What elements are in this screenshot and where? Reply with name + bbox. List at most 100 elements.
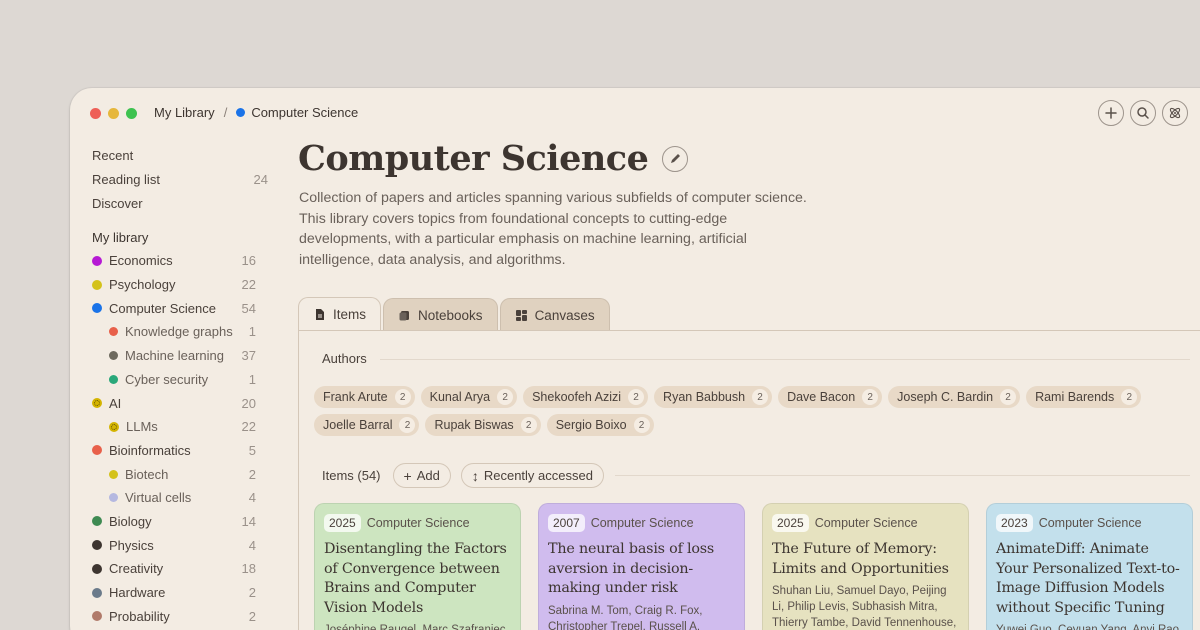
card-meta: 2025 Computer Science [772, 514, 959, 532]
sort-arrows-icon: ↕ [471, 467, 479, 484]
items-divider [615, 475, 1190, 476]
card-category: Computer Science [1038, 516, 1142, 530]
tab-label: Items [333, 307, 367, 322]
sidebar-item-count: 18 [241, 561, 256, 577]
author-chip[interactable]: Dave Bacon 2 [778, 386, 883, 408]
sidebar-item-count: 4 [248, 537, 256, 553]
add-button[interactable] [1098, 100, 1124, 126]
items-toolbar: Items (54) + Add ↕ Recently accessed [322, 463, 604, 488]
sidebar-item-cyber-security[interactable]: Cyber security 1 [92, 368, 268, 392]
author-count-badge: 2 [1121, 389, 1138, 405]
author-chip[interactable]: Ryan Babbush 2 [654, 386, 773, 408]
year-badge: 2025 [772, 514, 809, 532]
page-description: Collection of papers and articles spanni… [299, 190, 807, 268]
sidebar-item-count: 54 [241, 300, 256, 316]
sidebar-item-machine-learning[interactable]: Machine learning 37 [92, 344, 268, 368]
breadcrumb: My Library / Computer Science [154, 105, 358, 120]
color-dot-icon [92, 587, 102, 598]
sidebar: Recent Reading list 24 Discover My libra… [92, 144, 268, 628]
tab-label: Canvases [534, 307, 595, 323]
notebook-icon [399, 310, 410, 320]
plus-icon [1105, 107, 1117, 119]
sidebar-item-computer-science[interactable]: Computer Science 54 [92, 296, 268, 320]
author-count-badge: 2 [520, 417, 537, 433]
author-chip[interactable]: Rupak Biswas 2 [425, 414, 541, 436]
sidebar-item-creativity[interactable]: Creativity 18 [92, 557, 268, 581]
author-chip[interactable]: Sergio Boixo 2 [546, 414, 654, 436]
sparkle-dot-icon [92, 398, 102, 409]
card-authors: Yuwei Guo, Ceyuan Yang, Anyi Rao [996, 624, 1180, 630]
sidebar-item-biology[interactable]: Biology 14 [92, 510, 268, 534]
sort-button[interactable]: ↕ Recently accessed [460, 463, 604, 488]
pencil-icon [670, 154, 680, 163]
author-chip[interactable]: Rami Barends 2 [1026, 386, 1142, 408]
author-count-badge: 2 [628, 389, 645, 405]
item-card[interactable]: 2025 Computer Science The Future of Memory… [762, 503, 969, 630]
sidebar-item-llms[interactable]: LLMs 22 [92, 415, 268, 439]
sidebar-item-physics[interactable]: Physics 4 [92, 533, 268, 557]
color-dot-icon [92, 516, 102, 527]
breadcrumb-root[interactable]: My Library [154, 105, 215, 120]
sidebar-item-count: 24 [253, 172, 268, 188]
color-dot-icon [92, 611, 102, 622]
sidebar-item-biotech[interactable]: Biotech 2 [92, 462, 268, 486]
edit-title-button[interactable] [662, 145, 689, 172]
item-card[interactable]: 2023 Computer Science AnimateDiff: Animate… [986, 503, 1193, 630]
close-window-button[interactable] [90, 108, 101, 119]
canvas-icon [515, 309, 527, 321]
author-name: Joseph C. Bardin [897, 390, 994, 404]
color-dot-icon [92, 563, 102, 574]
sidebar-item-probability[interactable]: Probability 2 [92, 604, 268, 628]
item-card[interactable]: 2007 Computer Science The neural basis of … [538, 503, 745, 630]
breadcrumb-color-dot [236, 108, 246, 117]
sidebar-item-virtual-cells[interactable]: Virtual cells 4 [92, 486, 268, 510]
tab-items[interactable]: Items [298, 297, 382, 331]
sidebar-item-recent[interactable]: Recent [92, 144, 268, 168]
sidebar-item-psychology[interactable]: Psychology 22 [92, 273, 268, 297]
ai-assistant-button[interactable] [1162, 100, 1188, 126]
tab-label: Notebooks [418, 307, 483, 323]
author-chip[interactable]: Frank Arute 2 [314, 386, 415, 408]
atom-icon [1169, 107, 1181, 119]
sidebar-item-economics[interactable]: Economics 16 [92, 249, 268, 273]
sidebar-item-reading-list[interactable]: Reading list 24 [92, 168, 268, 192]
sidebar-item-count: 4 [248, 490, 256, 506]
window-controls [90, 108, 137, 119]
breadcrumb-separator: / [223, 105, 228, 120]
author-chip[interactable]: Joelle Barral 2 [314, 414, 420, 436]
author-chip[interactable]: Joseph C. Bardin 2 [888, 386, 1021, 408]
tab-canvases[interactable]: Canvases [499, 298, 610, 331]
sparkle-dot-icon [109, 421, 119, 432]
author-chip[interactable]: Shekoofeh Azizi 2 [523, 386, 649, 408]
author-count-badge: 2 [497, 389, 514, 405]
author-count-badge: 2 [1000, 389, 1017, 405]
sidebar-item-discover[interactable]: Discover [92, 191, 268, 215]
card-title: The neural basis of loss aversion in dec… [548, 541, 715, 596]
sidebar-item-count: 2 [248, 466, 256, 482]
item-card[interactable]: 2025 Computer Science Disentangling the Fa… [314, 503, 521, 630]
author-name: Frank Arute [323, 390, 388, 404]
search-button[interactable] [1130, 100, 1156, 126]
sidebar-item-knowledge-graphs[interactable]: Knowledge graphs 1 [92, 320, 268, 344]
card-authors: Sabrina M. Tom, Craig R. Fox, Christophe… [548, 604, 703, 630]
sidebar-item-count: 22 [241, 419, 256, 435]
card-category: Computer Science [366, 516, 470, 530]
maximize-window-button[interactable] [126, 108, 137, 119]
sidebar-item-hardware[interactable]: Hardware 2 [92, 581, 268, 605]
tab-notebooks[interactable]: Notebooks [383, 298, 498, 331]
sort-label: Recently accessed [483, 468, 593, 483]
sidebar-item-bioinformatics[interactable]: Bioinformatics 5 [92, 439, 268, 463]
sidebar-item-count: 2 [248, 608, 256, 624]
minimize-window-button[interactable] [108, 108, 119, 119]
author-chip[interactable]: Kunal Arya 2 [420, 386, 518, 408]
author-name: Joelle Barral [323, 418, 393, 432]
sidebar-item-ai[interactable]: AI 20 [92, 391, 268, 415]
sidebar-item-label: Recent [92, 148, 134, 164]
add-item-button[interactable]: + Add [392, 463, 451, 488]
sidebar-item-label: Reading list [92, 172, 160, 188]
breadcrumb-current[interactable]: Computer Science [251, 105, 358, 120]
card-title: AnimateDiff: Animate Your Personalized T… [996, 541, 1180, 616]
color-dot-icon [109, 374, 118, 384]
author-count-badge: 2 [633, 417, 650, 433]
year-badge: 2023 [996, 514, 1033, 532]
